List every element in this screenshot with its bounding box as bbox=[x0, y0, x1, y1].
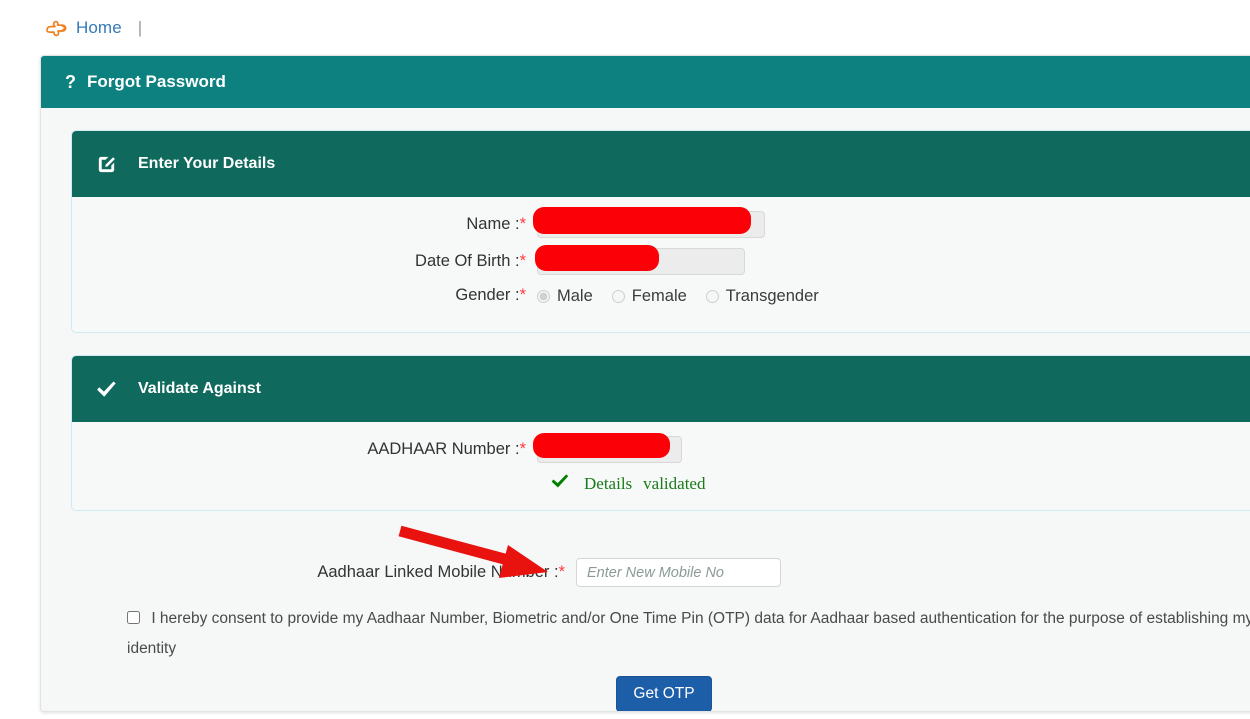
gender-option-male[interactable]: Male bbox=[537, 287, 593, 306]
mobile-number-label-text: Aadhaar Linked Mobile Number : bbox=[317, 563, 559, 581]
mobile-number-section: Aadhaar Linked Mobile Number :* I hereby… bbox=[71, 558, 1250, 711]
mobile-number-label: Aadhaar Linked Mobile Number :* bbox=[71, 563, 576, 582]
enter-your-details-panel: Enter Your Details Name :* Date Of Birth… bbox=[71, 130, 1250, 333]
enter-your-details-header: Enter Your Details bbox=[72, 131, 1250, 197]
gender-radio-group: Male Female Transgender bbox=[537, 285, 838, 306]
check-mark-icon bbox=[95, 379, 118, 400]
aadhaar-label-text: AADHAAR Number : bbox=[367, 440, 520, 458]
gender-option-female-label: Female bbox=[631, 287, 687, 305]
page-title: Forgot Password bbox=[87, 72, 226, 91]
mobile-number-row: Aadhaar Linked Mobile Number :* bbox=[71, 558, 1250, 587]
dob-field-wrap bbox=[535, 245, 745, 275]
aadhaar-label: AADHAAR Number :* bbox=[72, 440, 537, 459]
dob-label: Date Of Birth :* bbox=[72, 252, 537, 271]
dob-label-text: Date Of Birth : bbox=[415, 252, 520, 270]
mobile-number-input[interactable] bbox=[576, 558, 781, 587]
validation-status-text: Details validated bbox=[584, 474, 705, 494]
mobile-required-mark: * bbox=[558, 563, 565, 581]
gender-row: Gender :* Male Female Transgender bbox=[72, 285, 1250, 306]
gender-option-female[interactable]: Female bbox=[611, 287, 687, 306]
gender-label-text: Gender : bbox=[455, 286, 520, 304]
validation-status: Details validated bbox=[72, 473, 1250, 494]
name-row: Name :* bbox=[72, 207, 1250, 238]
aadhaar-redaction-bar bbox=[533, 433, 670, 458]
aadhaar-field-wrap bbox=[533, 433, 682, 463]
name-field-wrap bbox=[533, 207, 765, 238]
validation-status-word-2: validated bbox=[643, 473, 706, 493]
gender-option-transgender[interactable]: Transgender bbox=[705, 287, 819, 306]
validate-against-body: AADHAAR Number :* Details validated bbox=[72, 422, 1250, 510]
gender-radio-transgender[interactable] bbox=[705, 290, 719, 303]
question-mark-icon: ? bbox=[65, 72, 76, 92]
validation-status-word-1: Details bbox=[584, 473, 633, 493]
gender-option-male-label: Male bbox=[557, 287, 593, 305]
green-check-icon bbox=[550, 473, 570, 494]
dob-row: Date Of Birth :* bbox=[72, 245, 1250, 275]
name-redaction-bar bbox=[533, 207, 751, 234]
gender-option-transgender-label: Transgender bbox=[725, 287, 819, 305]
name-required-mark: * bbox=[519, 215, 526, 233]
name-label-text: Name : bbox=[466, 215, 520, 233]
validate-against-panel: Validate Against AADHAAR Number :* Detai… bbox=[71, 355, 1250, 511]
aadhaar-required-mark: * bbox=[519, 440, 526, 458]
gender-label: Gender :* bbox=[72, 286, 537, 305]
forgot-password-panel: ? Forgot Password Enter Your Details Nam… bbox=[40, 55, 1250, 712]
dob-required-mark: * bbox=[519, 252, 526, 270]
pointing-hand-icon bbox=[45, 19, 67, 39]
page-title-bar: ? Forgot Password bbox=[41, 56, 1250, 108]
breadcrumb: Home | bbox=[0, 0, 1250, 56]
breadcrumb-separator: | bbox=[137, 18, 143, 37]
breadcrumb-home-link[interactable]: Home bbox=[76, 18, 122, 38]
gender-required-mark: * bbox=[519, 286, 526, 304]
name-label: Name :* bbox=[72, 215, 537, 234]
consent-text: I hereby consent to provide my Aadhaar N… bbox=[127, 610, 1250, 658]
validate-against-header: Validate Against bbox=[72, 356, 1250, 422]
enter-your-details-title: Enter Your Details bbox=[138, 155, 276, 172]
consent-block: I hereby consent to provide my Aadhaar N… bbox=[71, 604, 1250, 664]
edit-pencil-square-icon bbox=[95, 153, 118, 176]
validate-against-title: Validate Against bbox=[138, 380, 261, 397]
gender-radio-female[interactable] bbox=[611, 290, 625, 303]
gender-radio-male[interactable] bbox=[537, 290, 550, 303]
dob-redaction-bar bbox=[535, 245, 659, 271]
aadhaar-row: AADHAAR Number :* bbox=[72, 433, 1250, 463]
consent-checkbox[interactable] bbox=[127, 611, 140, 624]
get-otp-button[interactable]: Get OTP bbox=[616, 676, 712, 711]
submit-row: Get OTP bbox=[71, 676, 1250, 711]
enter-your-details-body: Name :* Date Of Birth :* Gender:* Male … bbox=[72, 197, 1250, 332]
